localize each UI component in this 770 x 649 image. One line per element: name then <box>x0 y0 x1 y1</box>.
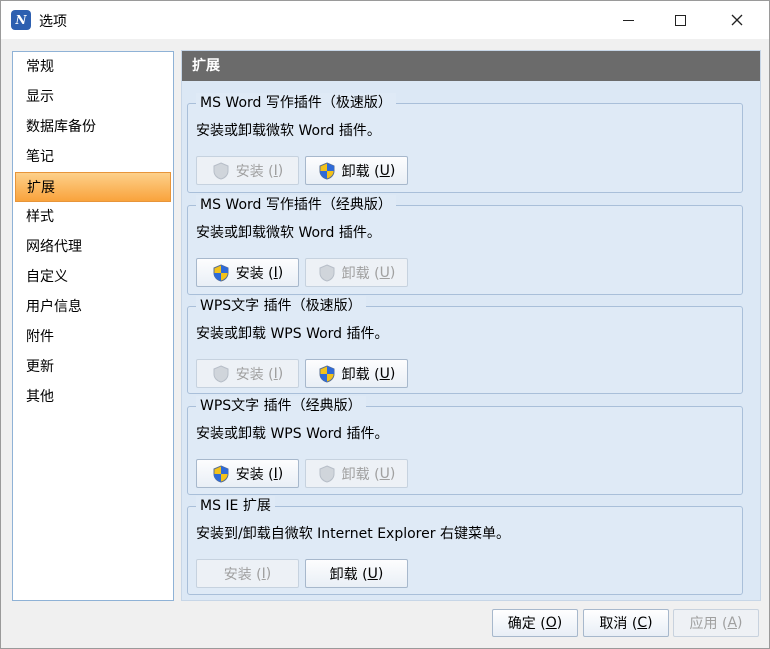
app-icon: N <box>11 10 31 30</box>
nav-item-attachments[interactable]: 附件 <box>15 322 171 352</box>
uac-shield-icon <box>319 364 335 383</box>
close-icon <box>731 14 743 26</box>
group-description: 安装或卸载 WPS Word 插件。 <box>196 426 389 442</box>
ok-button[interactable]: 确定 (O) <box>492 609 578 637</box>
group-title: WPS文字 插件（经典版） <box>196 396 366 416</box>
group-ms-ie: MS IE 扩展 安装到/卸载自微软 Internet Explorer 右键菜… <box>187 496 743 595</box>
options-window: N 选项 常规 显示 数据库备份 笔记 扩展 样式 网络代理 自定义 用户信息 … <box>0 0 770 649</box>
group-wps-fast: WPS文字 插件（极速版） 安装或卸载 WPS Word 插件。 安装 (I) … <box>187 296 743 394</box>
group-description: 安装到/卸载自微软 Internet Explorer 右键菜单。 <box>196 526 510 542</box>
install-button[interactable]: 安装 (I) <box>196 156 299 185</box>
panel-header: 扩展 <box>182 51 760 81</box>
maximize-icon <box>674 14 686 26</box>
group-msword-fast: MS Word 写作插件（极速版） 安装或卸载微软 Word 插件。 安装 (I… <box>187 93 743 193</box>
group-title: WPS文字 插件（极速版） <box>196 296 366 316</box>
apply-button[interactable]: 应用 (A) <box>673 609 759 637</box>
group-msword-classic: MS Word 写作插件（经典版） 安装或卸载微软 Word 插件。 安装 (I… <box>187 195 743 295</box>
uninstall-button[interactable]: 卸载 (U) <box>305 258 408 287</box>
group-wps-classic: WPS文字 插件（经典版） 安装或卸载 WPS Word 插件。 安装 (I) … <box>187 396 743 495</box>
nav-item-style[interactable]: 样式 <box>15 202 171 232</box>
nav-item-custom[interactable]: 自定义 <box>15 262 171 292</box>
uninstall-button[interactable]: 卸载 (U) <box>305 359 408 388</box>
uac-shield-icon <box>213 263 229 282</box>
title-bar: N 选项 <box>1 1 769 39</box>
uac-shield-icon <box>319 464 335 483</box>
extensions-panel: 扩展 MS Word 写作插件（极速版） 安装或卸载微软 Word 插件。 安装… <box>181 50 761 601</box>
uac-shield-icon <box>213 161 229 180</box>
nav-item-general[interactable]: 常规 <box>15 52 171 82</box>
uninstall-button[interactable]: 卸载 (U) <box>305 459 408 488</box>
group-description: 安装或卸载 WPS Word 插件。 <box>196 326 389 342</box>
cancel-button[interactable]: 取消 (C) <box>583 609 669 637</box>
group-title: MS Word 写作插件（经典版） <box>196 195 396 215</box>
uninstall-button[interactable]: 卸载 (U) <box>305 559 408 588</box>
install-button[interactable]: 安装 (I) <box>196 559 299 588</box>
category-list: 常规 显示 数据库备份 笔记 扩展 样式 网络代理 自定义 用户信息 附件 更新… <box>12 51 174 601</box>
nav-item-user-info[interactable]: 用户信息 <box>15 292 171 322</box>
uac-shield-icon <box>319 161 335 180</box>
minimize-icon <box>622 19 634 21</box>
nav-item-database-backup[interactable]: 数据库备份 <box>15 112 171 142</box>
close-button[interactable] <box>714 1 760 39</box>
nav-item-other[interactable]: 其他 <box>15 382 171 412</box>
group-description: 安装或卸载微软 Word 插件。 <box>196 225 381 241</box>
nav-item-notes[interactable]: 笔记 <box>15 142 171 172</box>
window-title: 选项 <box>39 14 67 30</box>
maximize-button[interactable] <box>657 1 703 39</box>
group-title: MS IE 扩展 <box>196 496 275 516</box>
install-button[interactable]: 安装 (I) <box>196 359 299 388</box>
install-button[interactable]: 安装 (I) <box>196 459 299 488</box>
group-description: 安装或卸载微软 Word 插件。 <box>196 123 381 139</box>
nav-item-update[interactable]: 更新 <box>15 352 171 382</box>
nav-item-display[interactable]: 显示 <box>15 82 171 112</box>
install-button[interactable]: 安装 (I) <box>196 258 299 287</box>
nav-item-proxy[interactable]: 网络代理 <box>15 232 171 262</box>
nav-item-extensions[interactable]: 扩展 <box>15 172 171 202</box>
group-title: MS Word 写作插件（极速版） <box>196 93 396 113</box>
uninstall-button[interactable]: 卸载 (U) <box>305 156 408 185</box>
uac-shield-icon <box>319 263 335 282</box>
minimize-button[interactable] <box>605 1 651 39</box>
uac-shield-icon <box>213 464 229 483</box>
uac-shield-icon <box>213 364 229 383</box>
